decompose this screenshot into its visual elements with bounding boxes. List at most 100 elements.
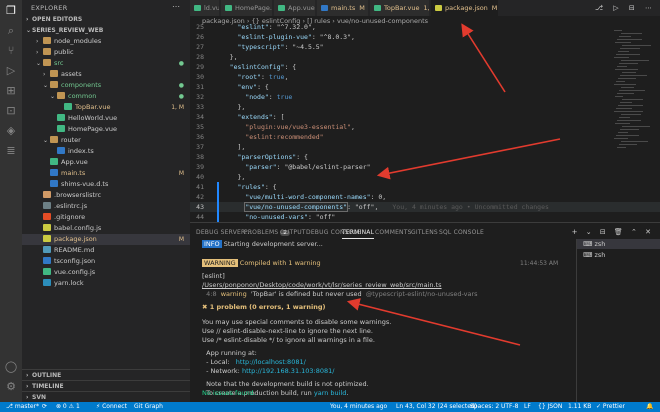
blame-indicator[interactable]: You, 4 minutes ago	[330, 402, 387, 412]
encoding[interactable]: UTF-8	[501, 402, 519, 412]
build-command: yarn build	[313, 389, 347, 397]
vue-file-icon	[278, 5, 285, 11]
code-line: 41 "rules": {	[190, 182, 276, 192]
minimap-line	[617, 93, 634, 94]
branch-indicator[interactable]: ⎇ master*	[6, 402, 39, 412]
terminal-name: zsh	[594, 240, 606, 248]
tab-label: TopBar.vue	[384, 4, 420, 12]
settings-gear-icon[interactable]: ⚙	[4, 380, 18, 394]
git-graph-button[interactable]: Git Graph	[134, 402, 163, 412]
chevron-right-icon: ›	[43, 71, 46, 78]
line-number: 38	[196, 153, 204, 161]
network-url-link[interactable]: http://192.168.31.103:8081/	[242, 367, 335, 375]
minimap-line	[618, 51, 629, 52]
search-icon[interactable]: ⌕	[4, 24, 18, 38]
tree-item[interactable]: package.json M	[22, 234, 190, 245]
more-actions-icon[interactable]: ⋯	[172, 2, 180, 11]
remote-explorer-icon[interactable]: ⊡	[4, 104, 18, 118]
minimap-line	[620, 48, 640, 49]
tree-item[interactable]: vue.config.js	[22, 267, 190, 278]
panel-tab[interactable]: GITLENS	[411, 229, 438, 236]
editor-tab[interactable]: main.ts M	[317, 0, 369, 16]
extensions-icon[interactable]: ⊞	[4, 84, 18, 98]
prettier-indicator[interactable]: ✓ Prettier	[596, 402, 625, 412]
tree-item[interactable]: main.ts M	[22, 168, 190, 179]
tree-item[interactable]: › public	[22, 47, 190, 58]
account-icon[interactable]: ◯	[4, 360, 18, 374]
tree-item[interactable]: tsconfig.json	[22, 256, 190, 267]
minimap-line	[622, 99, 643, 100]
tree-item[interactable]: shims-vue.d.ts	[22, 179, 190, 190]
problems-indicator[interactable]: ⊗ 0 ⚠ 1	[56, 402, 80, 412]
git-change-marker	[217, 202, 219, 212]
line-number: 33	[196, 103, 204, 111]
minimap[interactable]	[614, 26, 652, 222]
tree-item-label: HelloWorld.vue	[68, 114, 118, 122]
database-icon[interactable]: ≣	[4, 144, 18, 158]
end-of-line[interactable]: LF	[524, 402, 531, 412]
tree-item[interactable]: ⌄ src ●	[22, 58, 190, 69]
terminal-item[interactable]: ⌨ zsh	[577, 250, 660, 260]
terminal-item[interactable]: ⌨ zsh	[577, 239, 660, 249]
project-section[interactable]: ⌄SERIES_REVIEW_WEB	[22, 25, 190, 36]
chevron-right-icon: ›	[36, 38, 39, 45]
source-control-icon[interactable]: ⑂	[4, 44, 18, 58]
problem-summary: ✖ 1 problem (0 errors, 1 warning)	[202, 303, 326, 311]
tree-item[interactable]: HelloWorld.vue	[22, 113, 190, 124]
connect-button[interactable]: ⚡ Connect	[96, 402, 127, 412]
tree-item[interactable]: TopBar.vue 1, M	[22, 102, 190, 113]
tree-item-label: components	[61, 81, 102, 89]
cursor-position[interactable]: Ln 43, Col 32 (24 selected)	[396, 402, 477, 412]
panel-tab[interactable]: TERMINAL	[342, 229, 375, 239]
editor-tabs: ld.vueHomePage.vueApp.vuemain.tsMTopBar.…	[190, 0, 660, 16]
tree-item[interactable]: ⌄ components ●	[22, 80, 190, 91]
tree-item[interactable]: .eslintrc.js	[22, 201, 190, 212]
panel-tab[interactable]: OUTPUT	[280, 229, 306, 236]
terminal-toolbar[interactable]: + ⌄ ⊟ 🗑 ⌃ ✕	[572, 228, 654, 236]
open-editors-label: OPEN EDITORS	[32, 16, 83, 23]
outline-section[interactable]: › OUTLINE	[22, 369, 190, 380]
tree-item[interactable]: ⌄ router	[22, 135, 190, 146]
editor-tab[interactable]: TopBar.vue1, M	[370, 0, 430, 16]
tree-item[interactable]: babel.config.js	[22, 223, 190, 234]
tree-item[interactable]: › node_modules	[22, 36, 190, 47]
indentation[interactable]: Spaces: 2	[470, 402, 499, 412]
sync-icon[interactable]: ⟳	[42, 402, 47, 412]
explorer-sidebar: EXPLORER ⋯ › OPEN EDITORS ⌄SERIES_REVIEW_…	[22, 0, 190, 402]
tree-item-label: common	[68, 92, 97, 100]
run-debug-icon[interactable]: ▷	[4, 64, 18, 78]
editor-tab[interactable]: package.json M	[431, 0, 499, 16]
code-text: "env": {	[237, 83, 269, 91]
language-mode[interactable]: {} JSON	[538, 402, 562, 412]
tree-item[interactable]: › assets	[22, 69, 190, 80]
timestamp: 11:44:53 AM	[520, 260, 559, 267]
editor-tab[interactable]: App.vue	[274, 0, 316, 16]
tree-item[interactable]: README.md	[22, 245, 190, 256]
tree-item[interactable]: .browserslistrc	[22, 190, 190, 201]
tree-item[interactable]: index.ts	[22, 146, 190, 157]
local-url-link[interactable]: http://localhost:8081/	[236, 358, 306, 366]
tab-label: package.json	[445, 4, 488, 12]
js-file-icon	[43, 224, 51, 231]
gitlens-icon[interactable]: ◈	[4, 124, 18, 138]
explorer-icon[interactable]: ❐	[4, 4, 18, 18]
tree-item[interactable]: HomePage.vue	[22, 124, 190, 135]
minimap-line	[617, 39, 642, 40]
terminal-line: WARNING Compiled with 1 warning	[202, 259, 321, 268]
code-line: 30 "root": true,	[190, 72, 288, 82]
file-path-link[interactable]: /Users/ponponon/Desktop/code/work/vt/lsr…	[202, 281, 442, 290]
editor-tab[interactable]: ld.vue	[190, 0, 220, 16]
timeline-section[interactable]: › TIMELINE	[22, 380, 190, 391]
panel-tab[interactable]: SQL CONSOLE	[439, 229, 484, 236]
tree-item[interactable]: yarn.lock	[22, 278, 190, 289]
tree-item[interactable]: ⌄ common ●	[22, 91, 190, 102]
panel-tab[interactable]: COMMENTS	[375, 229, 412, 236]
tree-item[interactable]: .gitignore	[22, 212, 190, 223]
editor-actions[interactable]: ⎇ ▷ ⊟ ⋯	[595, 0, 656, 16]
editor-tab[interactable]: HomePage.vue	[221, 0, 273, 16]
open-editors-section[interactable]: › OPEN EDITORS	[22, 14, 190, 25]
code-editor[interactable]: 25 "eslint": "^7.32.0", 26 "eslint-plugin…	[190, 23, 660, 251]
svn-section[interactable]: › SVN	[22, 391, 190, 402]
bell-icon[interactable]: 🔔	[646, 402, 653, 412]
tree-item[interactable]: App.vue	[22, 157, 190, 168]
